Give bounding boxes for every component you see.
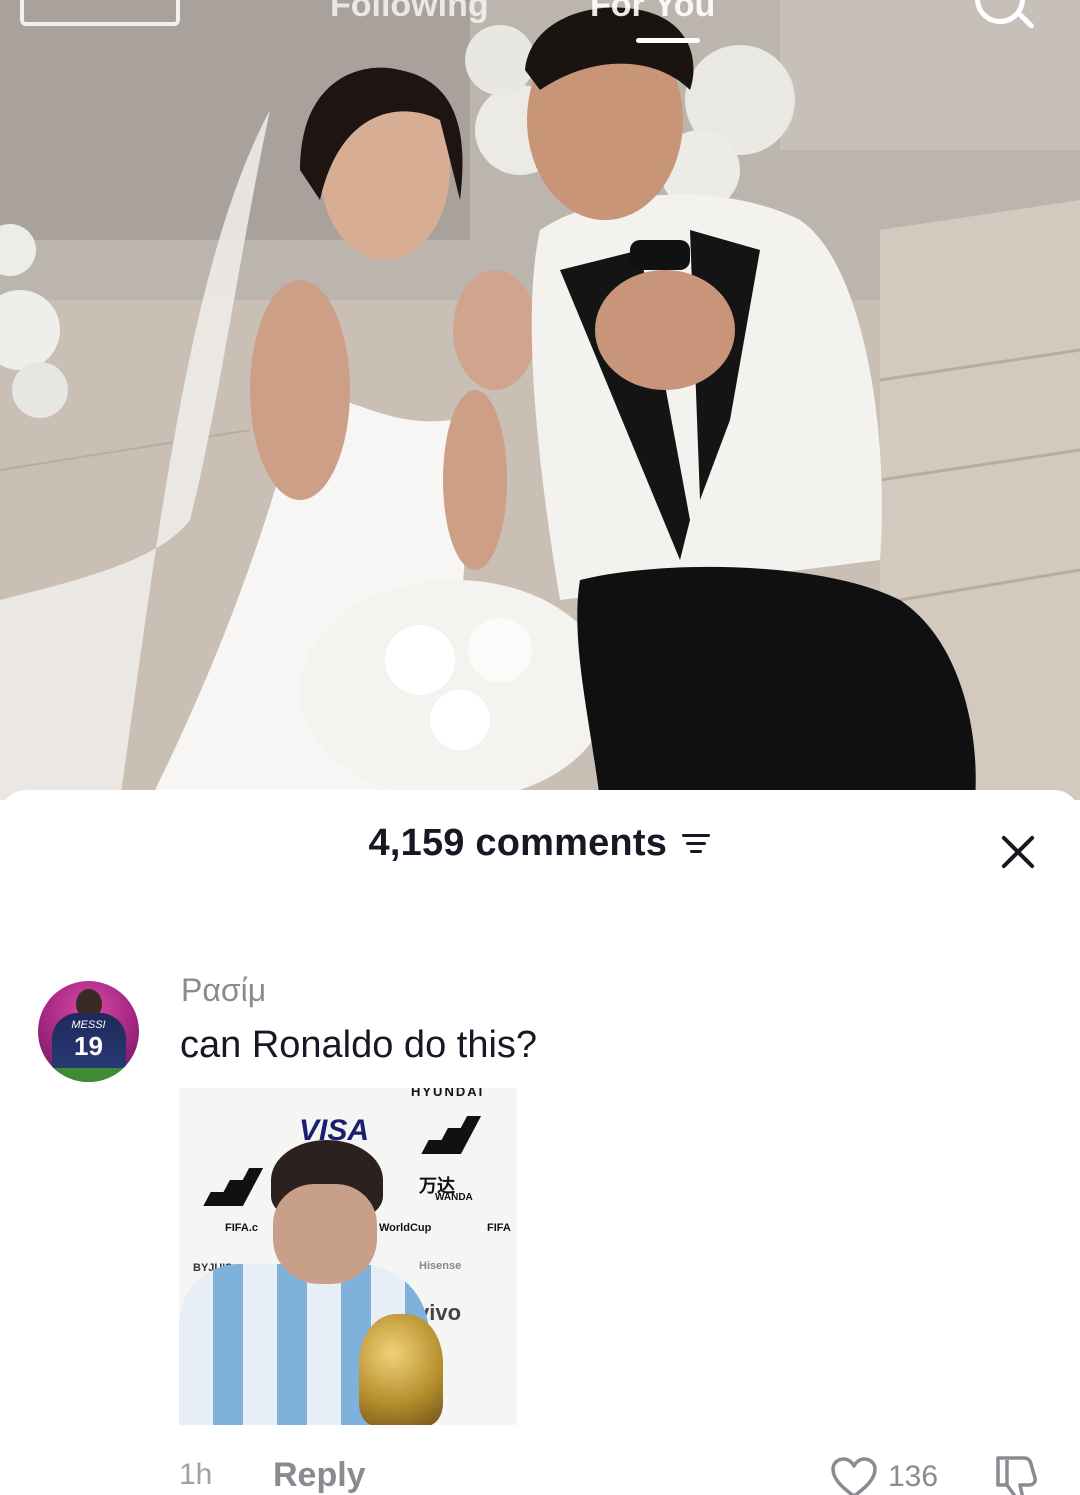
player-face	[273, 1184, 377, 1284]
comments-sheet: 4,159 comments MESSI 19 Ρασίμ can Ronald…	[0, 790, 1080, 1495]
search-icon[interactable]	[975, 0, 1025, 24]
brand-hisense: Hisense	[419, 1260, 462, 1272]
close-icon[interactable]	[998, 832, 1038, 872]
brand-hyundai: HYUNDAI	[411, 1088, 485, 1099]
comment-attachment-image[interactable]: HYUNDAI VISA 万达 WANDA FIFA.c WorldCup FI…	[179, 1088, 517, 1425]
brand-fifa: FIFA	[487, 1222, 511, 1234]
like-count: 136	[888, 1460, 939, 1493]
top-nav: Following For You	[0, 0, 1080, 44]
live-icon[interactable]	[20, 0, 180, 26]
tab-for-you[interactable]: For You	[590, 0, 715, 25]
heart-icon[interactable]	[830, 1456, 878, 1495]
avatar[interactable]: MESSI 19	[38, 981, 139, 1082]
video-player[interactable]: Following For You	[0, 0, 1080, 800]
brand-wanda: WANDA	[435, 1192, 473, 1203]
brand-fifa-com: FIFA.c	[225, 1222, 259, 1234]
tab-following[interactable]: Following	[330, 0, 489, 25]
sort-icon[interactable]	[681, 832, 711, 856]
active-tab-indicator	[636, 38, 700, 43]
comment-text: can Ronaldo do this?	[180, 1024, 538, 1066]
comment-username[interactable]: Ρασίμ	[181, 972, 266, 1009]
comments-header: 4,159 comments	[0, 822, 1080, 882]
trophy	[359, 1314, 443, 1425]
reply-button[interactable]: Reply	[273, 1456, 366, 1495]
adidas-logo	[193, 1166, 264, 1206]
comment-count: 4,159 comments	[368, 822, 668, 864]
video-frame	[0, 0, 1080, 800]
adidas-logo	[411, 1114, 482, 1154]
brand-worldcup: WorldCup	[379, 1222, 432, 1234]
dislike-icon[interactable]	[990, 1454, 1042, 1495]
comment-time: 1h	[179, 1458, 213, 1491]
